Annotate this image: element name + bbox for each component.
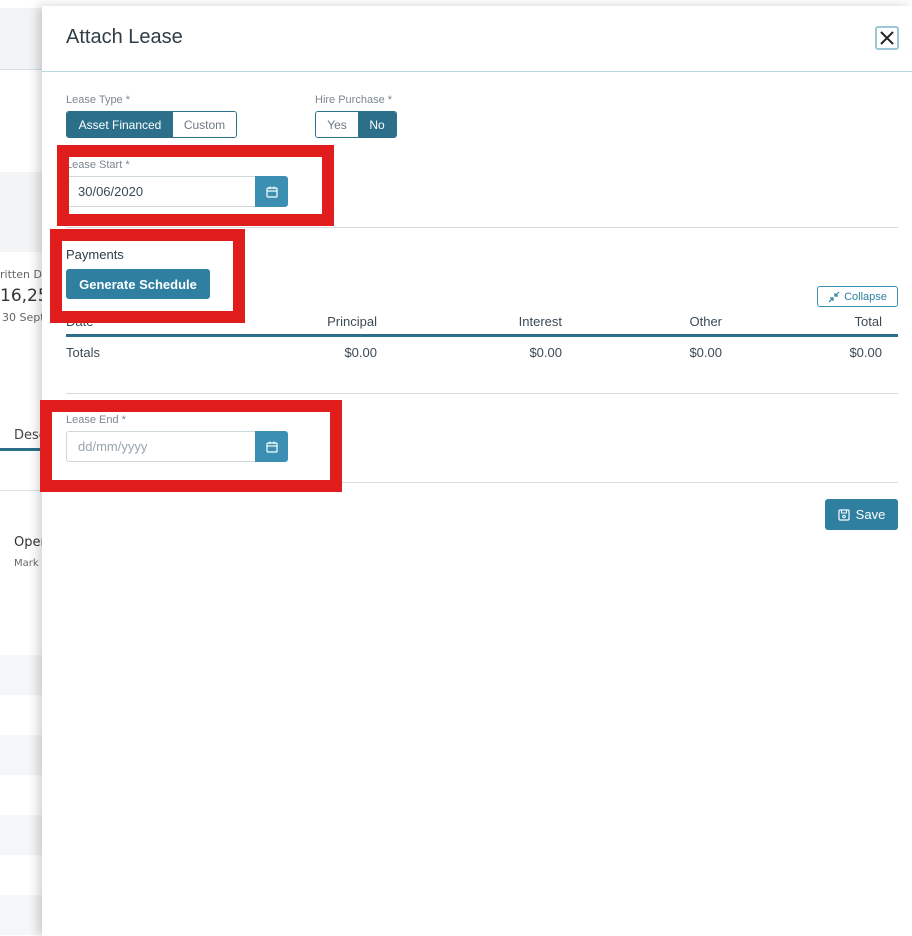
background-mark-label: Mark xyxy=(14,558,39,569)
close-button[interactable] xyxy=(875,26,899,50)
lease-start-calendar-button[interactable] xyxy=(255,176,288,207)
column-interest: Interest xyxy=(518,314,562,329)
hire-purchase-no[interactable]: No xyxy=(358,112,396,137)
attach-lease-modal: Attach Lease Lease Type * Asset Financed… xyxy=(42,6,912,936)
lease-end-input-group: dd/mm/yyyy xyxy=(66,431,288,462)
lease-type-asset-financed[interactable]: Asset Financed xyxy=(67,112,173,137)
generate-schedule-button[interactable]: Generate Schedule xyxy=(66,269,210,299)
lease-end-label: Lease End * xyxy=(66,414,126,426)
divider xyxy=(66,227,898,228)
divider xyxy=(66,393,898,394)
lease-start-label: Lease Start * xyxy=(66,159,130,171)
column-principal: Principal xyxy=(327,314,377,329)
save-label: Save xyxy=(855,507,886,522)
save-button[interactable]: Save xyxy=(825,499,898,530)
collapse-button[interactable]: Collapse xyxy=(817,286,898,307)
column-other: Other xyxy=(689,314,722,329)
close-icon xyxy=(880,31,894,45)
payments-title: Payments xyxy=(66,247,124,262)
hire-purchase-label: Hire Purchase * xyxy=(315,94,393,106)
lease-end-calendar-button[interactable] xyxy=(255,431,288,462)
hire-purchase-yes[interactable]: Yes xyxy=(316,112,358,137)
collapse-label: Collapse xyxy=(844,290,887,303)
payments-table-header: Date Principal Interest Other Total xyxy=(66,314,898,337)
lease-type-custom[interactable]: Custom xyxy=(173,112,236,137)
modal-title: Attach Lease xyxy=(66,26,183,48)
hire-purchase-toggle: Yes No xyxy=(315,111,397,138)
lease-type-toggle: Asset Financed Custom xyxy=(66,111,237,138)
totals-principal: $0.00 xyxy=(344,345,377,360)
totals-label: Totals xyxy=(66,345,100,360)
totals-total: $0.00 xyxy=(849,345,882,360)
lease-start-input-group: 30/06/2020 xyxy=(66,176,288,207)
collapse-arrows-icon xyxy=(828,291,840,302)
totals-other: $0.00 xyxy=(689,345,722,360)
table-row-totals: Totals $0.00 $0.00 $0.00 $0.00 xyxy=(66,344,898,364)
floppy-disk-icon xyxy=(838,508,850,521)
calendar-icon xyxy=(265,186,278,198)
calendar-icon xyxy=(265,441,278,453)
totals-interest: $0.00 xyxy=(529,345,562,360)
lease-type-label: Lease Type * xyxy=(66,94,131,106)
column-date: Date xyxy=(66,314,94,329)
modal-header: Attach Lease xyxy=(42,6,912,72)
divider xyxy=(66,482,898,483)
lease-end-input[interactable]: dd/mm/yyyy xyxy=(66,431,255,462)
background-date: 30 Sept xyxy=(2,311,45,324)
column-total: Total xyxy=(854,314,882,329)
lease-start-input[interactable]: 30/06/2020 xyxy=(66,176,255,207)
